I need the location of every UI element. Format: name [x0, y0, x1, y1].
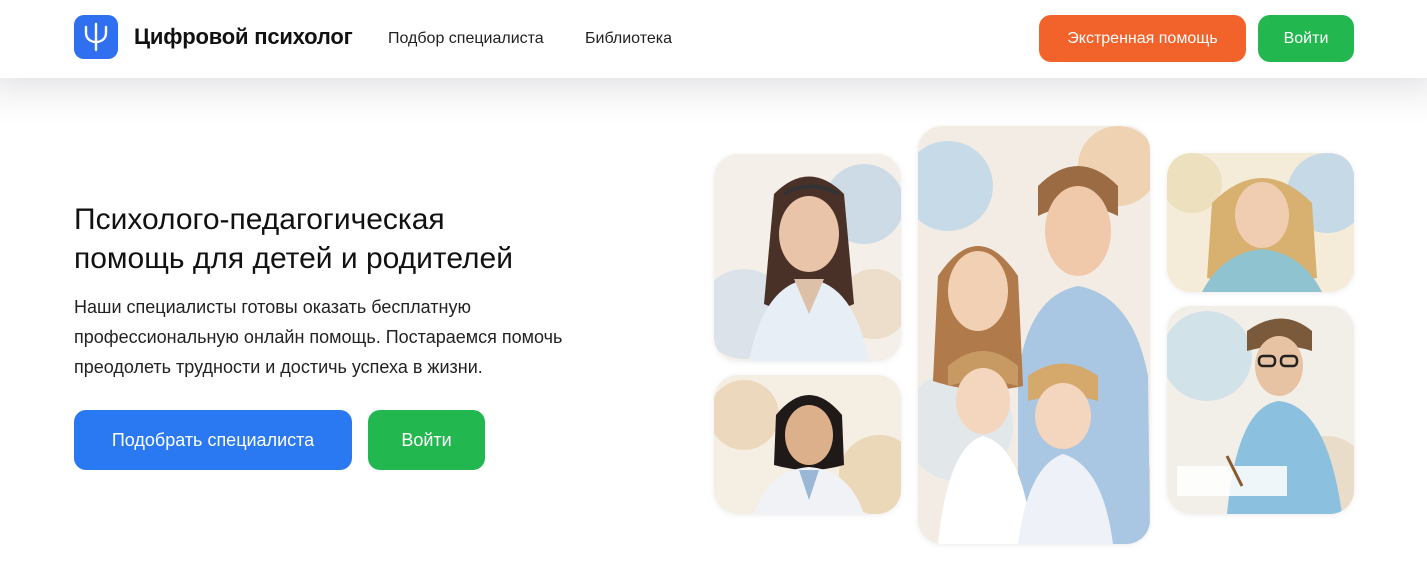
nav-link-library[interactable]: Библиотека: [585, 30, 672, 48]
photo-blonde-woman: [1167, 153, 1354, 292]
nav-link-specialist-selection[interactable]: Подбор специалиста: [388, 30, 544, 48]
psi-logo-icon: [84, 22, 108, 52]
brand-name[interactable]: Цифровой психолог: [134, 24, 353, 50]
login-button-hero[interactable]: Войти: [368, 410, 485, 470]
hero-description: Наши специалисты готовы оказать бесплатн…: [74, 292, 634, 382]
logo[interactable]: [74, 15, 118, 59]
hero-description-line: профессиональную онлайн помощь. Постарае…: [74, 327, 563, 347]
find-specialist-button[interactable]: Подобрать специалиста: [74, 410, 352, 470]
hero-description-line: преодолеть трудности и достичь успеха в …: [74, 357, 483, 377]
login-button-header[interactable]: Войти: [1258, 15, 1354, 62]
hero-title-line: Психолого-педагогическая: [74, 203, 445, 236]
photo-man-glasses: [1167, 306, 1354, 514]
photo-woman-glasses: [714, 154, 901, 361]
hero-title: Психолого-педагогическая помощь для дете…: [74, 200, 634, 278]
hero-title-line: помощь для детей и родителей: [74, 242, 513, 275]
emergency-help-button[interactable]: Экстренная помощь: [1039, 15, 1246, 62]
header-shadow: [0, 78, 1427, 124]
hero-description-line: Наши специалисты готовы оказать бесплатн…: [74, 297, 471, 317]
top-header: Цифровой психолог Подбор специалиста Биб…: [0, 0, 1427, 78]
photo-family: [918, 126, 1150, 544]
photo-asian-woman: [714, 375, 901, 514]
